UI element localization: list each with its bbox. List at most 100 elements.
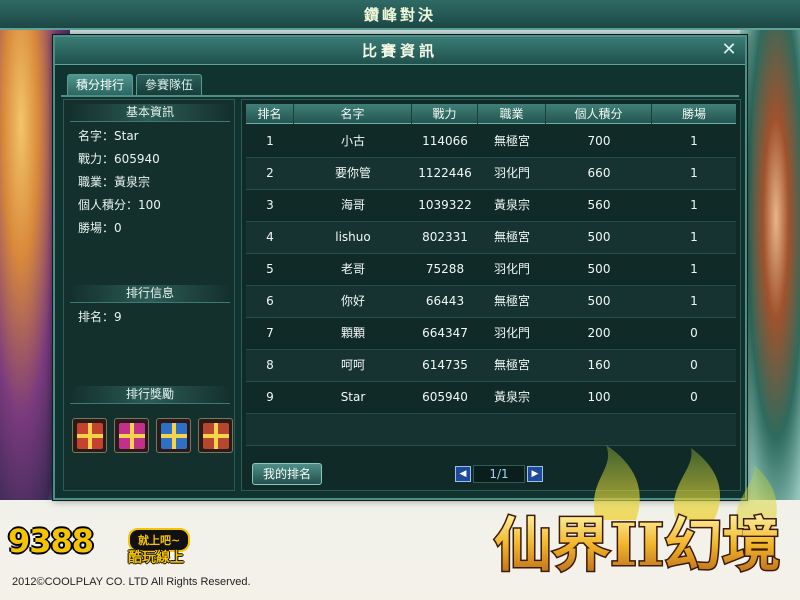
player-score: 個人積分：100	[78, 198, 161, 212]
dialog-title: 比賽資訊	[361, 42, 438, 60]
cell-score: 500	[587, 262, 611, 276]
reward-slot[interactable]	[198, 418, 233, 453]
cell-power: 1122446	[418, 166, 472, 180]
cell-wins: 0	[690, 358, 698, 372]
cell-profession: 無極宮	[493, 134, 530, 148]
player-power: 戰力：605940	[78, 152, 160, 166]
table-row[interactable]: 7 顆顆 664347 羽化門 200 0	[246, 318, 736, 350]
table-row[interactable]: 8 呵呵 614735 無極宮 160 0	[246, 350, 736, 382]
cell-wins: 1	[690, 294, 698, 308]
cell-wins: 1	[690, 198, 698, 212]
cell-power: 1039322	[418, 198, 472, 212]
ranking-table-panel: 排名 名字 戰力 職業 個人積分 勝場 1 小古 114066 無極宮 700 …	[241, 99, 741, 491]
cell-score: 700	[587, 134, 611, 148]
cell-name: 你好	[340, 294, 365, 308]
cell-name: lishuo	[335, 230, 371, 244]
cell-power: 114066	[422, 134, 468, 148]
cell-wins: 0	[690, 326, 698, 340]
prev-page-icon[interactable]: ◀	[455, 466, 471, 482]
top-title-bar: 鑽峰對決	[0, 0, 800, 30]
cell-score: 560	[587, 198, 611, 212]
cell-profession: 無極宮	[493, 230, 530, 244]
copyright-text: 2012©COOLPLAY CO. LTD All Rights Reserve…	[12, 576, 251, 588]
game-logo: 仙界II幻境	[493, 445, 782, 581]
cell-profession: 羽化門	[493, 262, 530, 276]
tab-teams[interactable]: 參賽隊伍	[136, 74, 203, 96]
cell-rank: 7	[266, 326, 274, 340]
cell-wins: 1	[690, 166, 698, 180]
cell-name: 小古	[340, 134, 365, 148]
table-header: 排名 名字 戰力 職業 個人積分 勝場	[246, 104, 736, 124]
cell-power: 605940	[422, 390, 468, 404]
cell-score: 160	[587, 358, 611, 372]
cell-rank: 3	[266, 198, 274, 212]
table-row[interactable]: 1 小古 114066 無極宮 700 1	[246, 126, 736, 158]
site-logo-subtitle: 酷玩線上	[128, 550, 184, 566]
cell-name: 要你管	[334, 166, 371, 180]
cell-power: 802331	[422, 230, 468, 244]
col-header-name: 名字	[294, 104, 412, 124]
cell-profession: 黃泉宗	[493, 198, 530, 212]
player-name: 名字：Star	[78, 129, 139, 143]
my-rank-button[interactable]: 我的排名	[252, 463, 322, 485]
rank-rewards-header: 排行獎勵	[70, 386, 230, 404]
gift-box-icon	[76, 422, 103, 449]
cell-profession: 無極宮	[493, 358, 530, 372]
site-logo[interactable]: 9388	[8, 522, 94, 560]
game-logo-text: 仙界II幻境	[494, 511, 780, 579]
player-info-panel: 基本資訊 名字：Star 戰力：605940 職業：黃泉宗 個人積分：100 勝…	[63, 99, 235, 491]
table-row[interactable]: 5 老哥 75288 羽化門 500 1	[246, 254, 736, 286]
col-header-profession: 職業	[478, 104, 546, 124]
cell-rank: 5	[266, 262, 274, 276]
match-info-dialog: 比賽資訊 ✕ 積分排行 參賽隊伍 基本資訊 名字：Star 戰力：605940 …	[53, 35, 747, 500]
cell-name: 老哥	[340, 262, 365, 276]
reward-slot[interactable]	[156, 418, 191, 453]
player-rank: 排名：9	[78, 310, 122, 324]
cell-wins: 1	[690, 134, 698, 148]
top-title: 鑽峰對決	[363, 5, 436, 24]
dialog-header: 比賽資訊 ✕	[55, 37, 745, 65]
cell-name: 海哥	[340, 198, 365, 212]
table-row[interactable]: 6 你好 66443 無極宮 500 1	[246, 286, 736, 318]
reward-list	[72, 418, 233, 453]
cell-power: 664347	[422, 326, 468, 340]
cell-profession: 黃泉宗	[493, 390, 530, 404]
close-icon[interactable]: ✕	[719, 40, 739, 60]
rank-info-header: 排行信息	[70, 285, 230, 303]
cell-rank: 1	[266, 134, 274, 148]
table-row[interactable]: 4 lishuo 802331 無極宮 500 1	[246, 222, 736, 254]
cell-rank: 2	[266, 166, 274, 180]
cell-power: 66443	[425, 294, 465, 308]
cell-profession: 羽化門	[493, 326, 530, 340]
reward-slot[interactable]	[114, 418, 149, 453]
table-row[interactable]: 9 Star 605940 黃泉宗 100 0	[246, 382, 736, 414]
cell-rank: 9	[266, 390, 274, 404]
cell-name: Star	[340, 390, 366, 404]
cell-score: 200	[587, 326, 611, 340]
gift-box-icon	[202, 422, 229, 449]
cell-rank: 4	[266, 230, 274, 244]
cell-power: 75288	[425, 262, 465, 276]
gift-box-icon	[160, 422, 187, 449]
table-row[interactable]: 2 要你管 1122446 羽化門 660 1	[246, 158, 736, 190]
tab-divider	[61, 95, 739, 97]
table-row[interactable]: 3 海哥 1039322 黃泉宗 560 1	[246, 190, 736, 222]
col-header-wins: 勝場	[681, 107, 706, 121]
col-header-power: 戰力	[412, 104, 478, 124]
cell-rank: 8	[266, 358, 274, 372]
tab-bar: 積分排行 參賽隊伍	[67, 74, 203, 96]
cell-score: 100	[587, 390, 611, 404]
cell-name: 呵呵	[340, 358, 365, 372]
cell-wins: 1	[690, 230, 698, 244]
col-header-rank: 排名	[246, 104, 294, 124]
player-profession: 職業：黃泉宗	[78, 175, 151, 189]
cell-name: 顆顆	[340, 326, 365, 340]
tab-score-ranking[interactable]: 積分排行	[67, 74, 134, 96]
background-character-right	[740, 30, 800, 500]
cell-score: 500	[587, 294, 611, 308]
cell-wins: 1	[690, 262, 698, 276]
reward-slot[interactable]	[72, 418, 107, 453]
gift-box-icon	[118, 422, 145, 449]
player-wins: 勝場：0	[78, 221, 122, 235]
cell-profession: 無極宮	[493, 294, 530, 308]
